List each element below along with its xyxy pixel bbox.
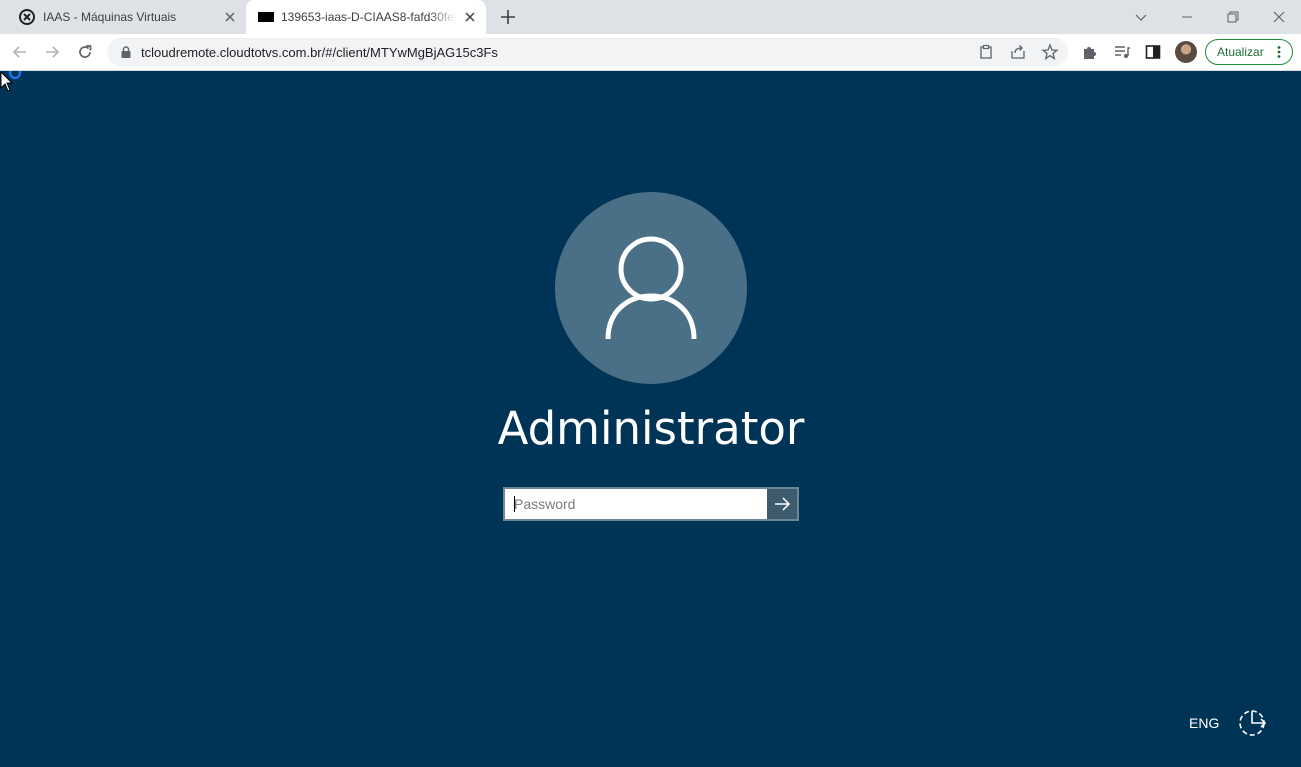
update-button[interactable]: Atualizar [1205,39,1293,65]
language-indicator[interactable]: ENG [1189,715,1219,731]
bookmark-star-icon[interactable] [1041,43,1059,61]
tab-iaas-maquinas-virtuais[interactable]: IAAS - Máquinas Virtuais [8,0,246,34]
tab-search-icon[interactable] [1130,6,1152,28]
submit-button[interactable] [767,489,797,519]
mouse-cursor-icon [0,71,22,92]
tab-title: IAAS - Máquinas Virtuais [43,10,177,24]
back-icon[interactable] [10,42,30,62]
share-icon[interactable] [1009,43,1027,61]
username-label: Administrator [497,402,805,455]
extensions-icon[interactable] [1081,43,1099,61]
minimize-icon[interactable] [1176,6,1198,28]
remote-desktop-icon [258,12,274,22]
browser-toolbar: tcloudremote.cloudtotvs.com.br/#/client/… [0,34,1301,71]
more-menu-icon[interactable] [1272,45,1286,59]
password-input[interactable] [505,489,767,519]
clipboard-icon[interactable] [977,43,995,61]
text-caret [514,496,515,512]
tab-title: 139653-iaas-D-CIAAS8-fafd30fe8 [281,10,456,24]
new-tab-icon[interactable] [498,7,518,27]
restore-icon[interactable] [1222,6,1244,28]
remote-desktop-screen[interactable]: Administrator ENG [0,71,1301,767]
close-tab-icon[interactable] [462,9,478,25]
password-box [503,487,799,521]
media-controls-icon[interactable] [1113,43,1131,61]
tab-remote-session[interactable]: 139653-iaas-D-CIAAS8-fafd30fe8 [246,0,486,34]
arrow-right-icon [775,497,791,511]
url-text: tcloudremote.cloudtotvs.com.br/#/client/… [141,45,498,60]
close-tab-icon[interactable] [222,9,238,25]
profile-avatar[interactable] [1175,41,1197,63]
side-panel-icon[interactable] [1144,43,1162,61]
tab-strip: IAAS - Máquinas Virtuais 139653-iaas-D-C… [0,0,1301,34]
update-label: Atualizar [1217,45,1264,59]
address-bar[interactable]: tcloudremote.cloudtotvs.com.br/#/client/… [107,38,1068,66]
forward-icon[interactable] [42,42,62,62]
totvs-logo-icon [19,9,35,25]
user-silhouette-icon [605,236,697,340]
close-window-icon[interactable] [1268,6,1290,28]
lock-icon[interactable] [119,45,133,59]
reload-icon[interactable] [75,42,95,62]
user-avatar [555,192,747,384]
ease-of-access-icon[interactable] [1236,705,1270,739]
